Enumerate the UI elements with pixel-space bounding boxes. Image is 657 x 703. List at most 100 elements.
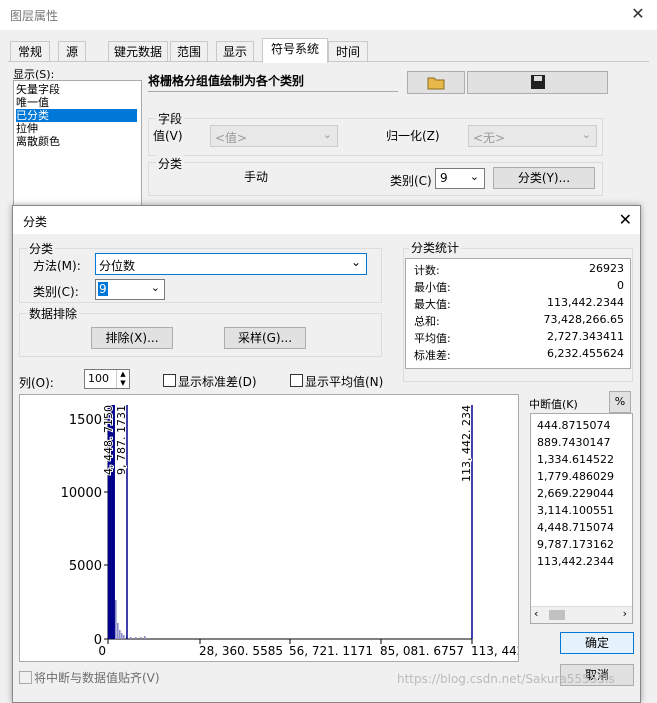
break-value[interactable]: 2,669.229044	[537, 485, 614, 502]
stats-value: 26923	[589, 262, 624, 275]
normalize-label: 归一化(Z)	[386, 129, 440, 143]
break-value[interactable]: 113,442.2344	[537, 553, 614, 570]
histogram-area[interactable]: 1500 10000 5000 0 0 28, 360. 5585 56, 721. 117…	[19, 394, 548, 662]
classify-button[interactable]: 分类(Y)...	[493, 167, 595, 189]
histogram-bar	[144, 636, 146, 639]
x-tick-label: 56, 721. 1171	[289, 644, 373, 658]
tab-source[interactable]: 源	[58, 41, 86, 62]
normalize-combo[interactable]: <无> ⌄	[468, 125, 597, 147]
close-icon[interactable]: ✕	[619, 210, 632, 229]
class-label: 类别(C)	[390, 174, 432, 188]
histogram-bar	[117, 623, 119, 639]
snap-label: 将中断与数据值贴齐(V)	[34, 671, 160, 685]
histogram-bar	[130, 637, 132, 639]
classification-group-label: 分类	[27, 240, 56, 257]
symbology-heading: 将栅格分组值绘制为各个类别	[148, 72, 398, 92]
show-std-checkbox[interactable]	[163, 374, 176, 387]
list-item[interactable]: 唯一值	[16, 96, 49, 109]
stats-key: 平均值:	[414, 332, 451, 345]
breaks-list[interactable]: 444.8715074 889.7430147 1,334.614522 1,7…	[530, 413, 633, 624]
stats-key: 总和:	[414, 315, 440, 328]
watermark: https://blog.csdn.net/Sakura55555ls	[397, 672, 615, 686]
spinner-arrows-icon[interactable]: ▲ ▼	[116, 370, 129, 388]
x-tick-label: 28, 360. 5585	[199, 644, 283, 658]
tab-symbology[interactable]: 符号系统	[262, 38, 328, 63]
exclusion-group-label: 数据排除	[27, 305, 80, 322]
show-std-label: 显示标准差(D)	[178, 375, 257, 389]
sample-button[interactable]: 采样(G)...	[224, 327, 306, 349]
snap-checkbox[interactable]	[19, 671, 32, 684]
y-tick-label: 1500	[69, 413, 102, 428]
stats-row: 最小值: 0	[414, 279, 624, 296]
tab-extent[interactable]: 范围	[170, 41, 208, 62]
scroll-right-icon[interactable]: ›	[623, 607, 627, 620]
list-item[interactable]: 拉伸	[16, 122, 38, 135]
class-combo-text: 9	[440, 171, 448, 185]
stats-key: 标准差:	[414, 349, 451, 362]
break-value[interactable]: 889.7430147	[537, 434, 610, 451]
list-item-selected[interactable]: 已分类	[16, 109, 137, 122]
show-list[interactable]: 矢量字段 唯一值 已分类 拉伸 离散颜色	[13, 80, 142, 208]
break-value[interactable]: 1,334.614522	[537, 451, 614, 468]
tab-time[interactable]: 时间	[328, 41, 368, 62]
y-tick-label: 5000	[69, 559, 102, 574]
break-value[interactable]: 3,114.100551	[537, 502, 614, 519]
histogram-bar	[140, 637, 142, 639]
outer-title: 图层属性	[10, 9, 59, 23]
inner-title-bar: 分类 ✕	[13, 206, 640, 234]
break-line-label: 9, 787. 1731	[115, 405, 128, 475]
manual-label: 手动	[244, 170, 269, 184]
y-tick-label: 10000	[61, 486, 102, 501]
value-combo-text: <值>	[215, 131, 248, 145]
save-button[interactable]	[467, 71, 608, 94]
break-value[interactable]: 4,448.715074	[537, 519, 614, 536]
field-group-label: 字段	[156, 110, 185, 127]
stats-row: 平均值: 2,727.343411	[414, 330, 624, 347]
ok-button[interactable]: 确定	[560, 632, 634, 654]
class-combo[interactable]: 9 ⌄	[435, 168, 485, 189]
break-value[interactable]: 444.8715074	[537, 417, 610, 434]
tab-divider	[8, 61, 649, 62]
classes-combo[interactable]: 9 ⌄	[95, 279, 165, 300]
break-line-label: 113, 442. 234	[460, 405, 473, 482]
outer-close-icon[interactable]: ✕	[627, 4, 649, 26]
list-item[interactable]: 离散颜色	[16, 135, 60, 148]
stats-value: 2,727.343411	[547, 330, 624, 343]
stats-value: 73,428,266.65	[543, 313, 624, 326]
show-mean-label: 显示平均值(N)	[305, 375, 384, 389]
value-combo[interactable]: <值> ⌄	[210, 125, 338, 147]
classes-label: 类别(C):	[33, 285, 79, 299]
stats-panel: 计数: 26923 最小值: 0 最大值: 113,442.2344 总和: 73,42…	[405, 258, 631, 369]
open-folder-button[interactable]	[407, 71, 465, 94]
x-tick-label: 0	[98, 644, 106, 658]
exclude-button[interactable]: 排除(X)...	[91, 327, 173, 349]
histogram-bar	[119, 630, 121, 639]
stats-group-label: 分类统计	[409, 239, 462, 256]
tab-general[interactable]: 常规	[10, 41, 50, 62]
show-mean-checkbox[interactable]	[290, 374, 303, 387]
x-tick-label: 113, 442. 23	[471, 644, 518, 658]
list-item[interactable]: 矢量字段	[16, 83, 60, 96]
chevron-down-icon: ⌄	[469, 170, 479, 183]
stats-value: 6,232.455624	[547, 347, 624, 360]
tab-key-metadata[interactable]: 键元数据	[108, 41, 168, 62]
histogram-bar	[121, 633, 123, 639]
stats-key: 最小值:	[414, 281, 451, 294]
histogram-chart[interactable]: 150010000500000 28, 360. 5585 56, 721. 117…	[20, 395, 548, 661]
classify-group-label: 分类	[156, 155, 185, 172]
tab-display[interactable]: 显示	[216, 41, 254, 62]
horizontal-scrollbar[interactable]: ‹ ›	[531, 606, 632, 623]
stats-row: 标准差: 6,232.455624	[414, 347, 624, 364]
columns-spinner[interactable]: 100 ▲ ▼	[84, 369, 130, 389]
histogram-bar	[123, 635, 125, 639]
scroll-left-icon[interactable]: ‹	[534, 607, 538, 620]
normalize-combo-text: <无>	[473, 131, 506, 145]
scrollbar-thumb[interactable]	[549, 610, 565, 620]
break-value[interactable]: 1,779.486029	[537, 468, 614, 485]
percent-button[interactable]: %	[609, 391, 631, 413]
break-value[interactable]: 9,787.173162	[537, 536, 614, 553]
chevron-down-icon: ⌄	[150, 281, 160, 294]
columns-value: 100	[88, 372, 109, 385]
stats-value: 0	[617, 279, 624, 292]
method-combo[interactable]: 分位数 ⌄	[95, 253, 367, 275]
